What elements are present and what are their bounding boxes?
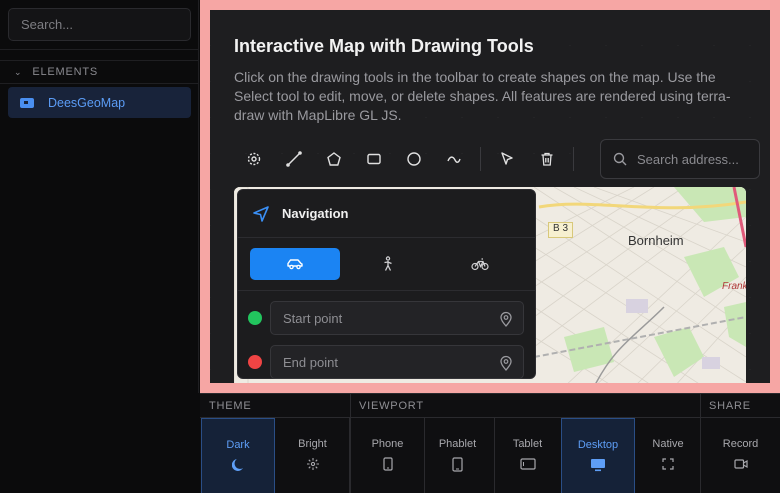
search-input[interactable] [8, 8, 191, 41]
navigation-divider [238, 290, 535, 291]
start-point-row: Start point [248, 301, 524, 335]
mode-walk-button[interactable] [343, 248, 433, 280]
start-marker-dot [248, 311, 262, 325]
moon-icon [232, 459, 243, 471]
navigation-header: Navigation [238, 190, 535, 238]
option-label: Phablet [438, 438, 477, 450]
preview-control-bar: THEME VIEWPORT SHARE Dark Bright Phone P… [200, 393, 780, 493]
tablet-icon [519, 458, 536, 470]
address-placeholder: Search address... [637, 151, 739, 167]
place-label-bornheim: Bornheim [628, 233, 684, 248]
start-point-placeholder: Start point [283, 310, 343, 326]
place-label-frank: Frank [722, 281, 746, 292]
navigation-title: Navigation [282, 206, 349, 221]
sun-icon [306, 458, 319, 470]
chevron-down-icon: ⌄ [14, 66, 23, 77]
option-label: Record [722, 438, 759, 450]
viewport-desktop-button[interactable]: Desktop [561, 418, 635, 493]
toolbar-divider [573, 147, 574, 171]
option-label: Tablet [512, 438, 543, 450]
app-root: ⌄ ELEMENTS DeesGeoMap Interactive Map wi… [0, 0, 780, 493]
sidebar: ⌄ ELEMENTS DeesGeoMap [0, 0, 199, 393]
sidebar-item-label: DeesGeoMap [48, 95, 126, 110]
phablet-icon [452, 456, 463, 472]
freehand-tool-icon[interactable] [434, 139, 474, 179]
sidebar-divider [0, 49, 199, 50]
line-tool-icon[interactable] [274, 139, 314, 179]
viewport-native-button[interactable]: Native [631, 418, 705, 493]
select-tool-icon[interactable] [487, 139, 527, 179]
walking-icon [383, 256, 392, 271]
share-record-button[interactable]: Record [701, 418, 780, 493]
viewport-phone-button[interactable]: Phone [351, 418, 425, 493]
video-record-icon [733, 459, 748, 469]
map-pin-icon[interactable] [499, 311, 513, 327]
viewport-phablet-button[interactable]: Phablet [421, 418, 495, 493]
mode-bike-button[interactable] [435, 248, 525, 280]
point-tool-icon[interactable] [234, 139, 274, 179]
theme-dark-button[interactable]: Dark [201, 418, 275, 493]
rectangle-tool-icon[interactable] [354, 139, 394, 179]
share-group-label: SHARE [709, 400, 751, 412]
section-label: ELEMENTS [32, 66, 99, 78]
preview-frame: Interactive Map with Drawing Tools Click… [200, 0, 780, 393]
viewport-group-label: VIEWPORT [359, 400, 424, 412]
navigation-arrow-icon [253, 205, 269, 222]
demo-description: Click on the drawing tools in the toolba… [234, 69, 731, 123]
viewport-tablet-button[interactable]: Tablet [491, 418, 565, 493]
travel-mode-switch [250, 248, 525, 280]
end-marker-dot [248, 355, 262, 369]
demo-title: Interactive Map with Drawing Tools [234, 36, 534, 56]
component-icon [20, 97, 34, 108]
desktop-icon [591, 459, 605, 472]
option-label: Dark [226, 439, 250, 451]
elements-section-header[interactable]: ⌄ ELEMENTS [0, 60, 199, 84]
bicycle-icon [471, 258, 489, 271]
mode-car-button[interactable] [250, 248, 340, 280]
end-point-input[interactable]: End point [270, 345, 524, 379]
circle-tool-icon[interactable] [394, 139, 434, 179]
delete-tool-icon[interactable] [527, 139, 567, 179]
polygon-tool-icon[interactable] [314, 139, 354, 179]
map-pin-icon[interactable] [499, 355, 513, 371]
end-point-placeholder: End point [283, 354, 338, 370]
navigation-panel: Navigation Start point End point [237, 189, 536, 379]
drawing-toolbar: Search address... [234, 139, 760, 179]
theme-bright-button[interactable]: Bright [276, 418, 350, 493]
search-icon [613, 152, 627, 166]
option-label: Phone [371, 438, 404, 450]
phone-icon [382, 457, 393, 471]
end-point-row: End point [248, 345, 524, 379]
car-icon [287, 259, 303, 270]
option-label: Bright [298, 438, 327, 450]
theme-group-label: THEME [209, 400, 252, 412]
fullscreen-icon [662, 458, 674, 470]
option-label: Native [652, 438, 684, 450]
option-label: Desktop [577, 439, 619, 451]
start-point-input[interactable]: Start point [270, 301, 524, 335]
sidebar-item-deesgeomap[interactable]: DeesGeoMap [8, 87, 191, 118]
toolbar-divider [480, 147, 481, 171]
address-search-input[interactable]: Search address... [600, 139, 760, 179]
road-label: B 3 [548, 222, 574, 238]
